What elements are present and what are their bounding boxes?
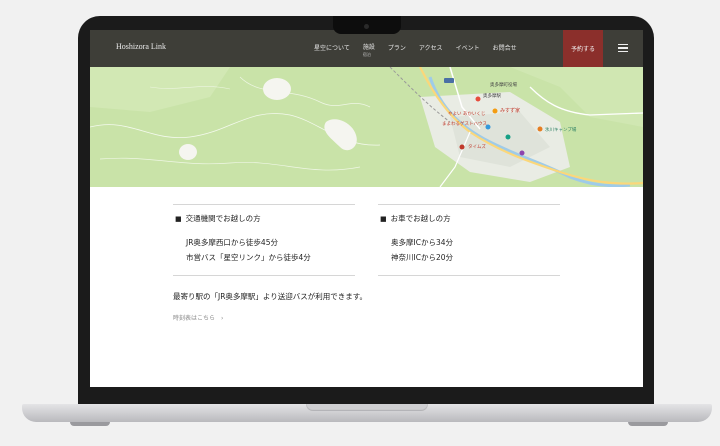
nav-item-contact[interactable]: お問合せ — [493, 45, 517, 53]
hamburger-icon[interactable] — [618, 44, 628, 53]
route-line: 神奈川ICから20分 — [391, 253, 453, 262]
map-label: まよわるゲストハウス — [442, 122, 487, 127]
reserve-button[interactable]: 予約する — [563, 30, 603, 67]
laptop-hinge-notch — [306, 404, 428, 411]
route-line: JR奥多摩西口から徒歩45分 — [186, 238, 278, 247]
nav-item-label: アクセス — [418, 44, 443, 52]
nav-item-plan[interactable]: プラン — [388, 45, 406, 53]
nav-item-access[interactable]: アクセス — [419, 45, 443, 53]
shuttle-note: 最寄り駅の「JR奥多摩駅」より送迎バスが利用できます。 — [173, 292, 368, 301]
laptop-foot — [70, 422, 110, 426]
nav-item-event[interactable]: イベント — [456, 45, 480, 53]
public-transport-lines: JR奥多摩西口から徒歩45分 市営バス「星空リンク」から徒歩4分 — [186, 235, 311, 265]
map-label: 奥多摩駅 — [483, 94, 501, 99]
car-title: お車でお越しの方 — [380, 213, 451, 224]
map-label: 氷川キャンプ場 — [545, 128, 577, 133]
nav-item-sublabel: 宿泊 — [362, 52, 371, 57]
nav-item-label: イベント — [455, 44, 480, 52]
public-transport-title: 交通機関でお越しの方 — [175, 213, 261, 224]
nav-item-about[interactable]: 星空について — [314, 45, 350, 53]
car-lines: 奥多摩ICから34分 神奈川ICから20分 — [391, 235, 453, 265]
laptop-chin — [90, 387, 643, 403]
nav-item-label: プラン — [387, 44, 406, 52]
site-header: Hoshizora Link 星空について 施設 宿泊 プラン アクセス イベン… — [90, 30, 643, 67]
route-line: 市営バス「星空リンク」から徒歩4分 — [186, 253, 311, 262]
nav-item-label: お問合せ — [492, 44, 517, 52]
nav-item-label: 星空について — [314, 44, 350, 52]
map-label: 奥多摩町役場 — [490, 83, 517, 88]
timetable-link[interactable]: 時刻表はこちら › — [173, 313, 223, 322]
access-map[interactable]: 奥多摩駅 みすず家 やよい あかいくじ まよわるゲストハウス タイムズ 氷川キャ… — [90, 67, 643, 187]
browser-screen: Hoshizora Link 星空について 施設 宿泊 プラン アクセス イベン… — [90, 30, 643, 387]
nav-item-label: 施設 — [362, 44, 375, 51]
map-label: みすず家 — [500, 108, 521, 114]
access-blocks: 交通機関でお越しの方 JR奥多摩西口から徒歩45分 市営バス「星空リンク」から徒… — [173, 204, 560, 276]
route-line: 奥多摩ICから34分 — [391, 238, 453, 247]
car-block: お車でお越しの方 奥多摩ICから34分 神奈川ICから20分 — [378, 204, 560, 276]
map-label: やよい あかいくじ — [448, 112, 486, 117]
main-nav: 星空について 施設 宿泊 プラン アクセス イベント お問合せ — [314, 30, 530, 67]
map-label: タイムズ — [468, 145, 486, 150]
nav-item-facility[interactable]: 施設 宿泊 — [363, 44, 375, 57]
site-logo[interactable]: Hoshizora Link — [116, 42, 166, 51]
public-transport-block: 交通機関でお越しの方 JR奥多摩西口から徒歩45分 市営バス「星空リンク」から徒… — [173, 204, 355, 276]
laptop-foot — [628, 422, 668, 426]
camera-icon — [364, 24, 369, 29]
